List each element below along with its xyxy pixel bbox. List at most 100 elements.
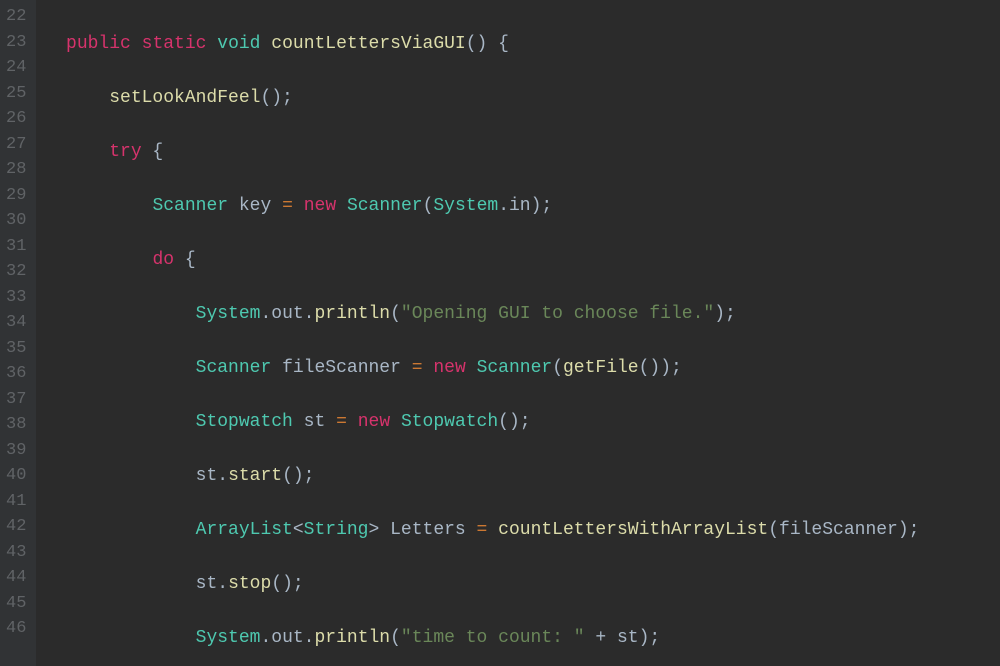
line-number: 40 [6, 463, 26, 489]
code-line[interactable]: Stopwatch st = new Stopwatch(); [44, 409, 919, 436]
code-line[interactable]: st.stop(); [44, 571, 919, 598]
type: String [304, 520, 369, 540]
identifier: in [509, 196, 531, 216]
line-number: 33 [6, 285, 26, 311]
code-area[interactable]: public static void countLettersViaGUI() … [36, 0, 919, 666]
line-number: 41 [6, 489, 26, 515]
punct: ); [531, 196, 553, 216]
operator: + [585, 628, 617, 648]
punct: { [174, 250, 196, 270]
line-number: 25 [6, 81, 26, 107]
punct: ); [639, 628, 661, 648]
line-number: 37 [6, 387, 26, 413]
type: Stopwatch [196, 412, 293, 432]
keyword-void: void [217, 34, 260, 54]
punct: . [217, 574, 228, 594]
punct: ); [714, 304, 736, 324]
line-number: 35 [6, 336, 26, 362]
identifier: fileScanner [779, 520, 898, 540]
punct: (); [260, 88, 292, 108]
punct: . [304, 304, 315, 324]
punct: . [304, 628, 315, 648]
identifier: fileScanner [282, 358, 401, 378]
method-call: stop [228, 574, 271, 594]
line-number: 36 [6, 361, 26, 387]
line-number: 45 [6, 591, 26, 617]
keyword-public: public [66, 34, 131, 54]
identifier: st [617, 628, 639, 648]
punct: ( [390, 304, 401, 324]
identifier: out [271, 304, 303, 324]
punct: < [293, 520, 304, 540]
punct: (); [271, 574, 303, 594]
punct: ); [898, 520, 920, 540]
constructor: Stopwatch [401, 412, 498, 432]
identifier: st [196, 574, 218, 594]
line-number: 24 [6, 55, 26, 81]
line-number: 23 [6, 30, 26, 56]
method-call: println [314, 628, 390, 648]
punct: . [498, 196, 509, 216]
line-number: 30 [6, 208, 26, 234]
keyword-new: new [433, 358, 465, 378]
type: System [433, 196, 498, 216]
code-line[interactable]: Scanner key = new Scanner(System.in); [44, 193, 919, 220]
code-line[interactable]: public static void countLettersViaGUI() … [44, 31, 919, 58]
type: ArrayList [196, 520, 293, 540]
line-number: 34 [6, 310, 26, 336]
code-line[interactable]: do { [44, 247, 919, 274]
identifier: key [239, 196, 271, 216]
punct: (); [498, 412, 530, 432]
line-number: 42 [6, 514, 26, 540]
punct: . [260, 304, 271, 324]
line-number: 27 [6, 132, 26, 158]
string-literal: "time to count: " [401, 628, 585, 648]
line-number: 22 [6, 4, 26, 30]
punct: . [260, 628, 271, 648]
keyword-do: do [152, 250, 174, 270]
identifier: st [196, 466, 218, 486]
code-editor[interactable]: 22 23 24 25 26 27 28 29 30 31 32 33 34 3… [0, 0, 1000, 666]
identifier: st [304, 412, 326, 432]
punct: > [368, 520, 379, 540]
line-number-gutter: 22 23 24 25 26 27 28 29 30 31 32 33 34 3… [0, 0, 36, 666]
punct: ); [660, 358, 682, 378]
method-call: start [228, 466, 282, 486]
keyword-new: new [358, 412, 390, 432]
line-number: 39 [6, 438, 26, 464]
operator: = [477, 520, 488, 540]
punct: ( [768, 520, 779, 540]
method-call: getFile [563, 358, 639, 378]
line-number: 31 [6, 234, 26, 260]
line-number: 38 [6, 412, 26, 438]
method-name: countLettersViaGUI [271, 34, 465, 54]
operator: = [412, 358, 423, 378]
line-number: 28 [6, 157, 26, 183]
code-line[interactable]: ArrayList<String> Letters = countLetters… [44, 517, 919, 544]
type: Scanner [196, 358, 272, 378]
punct: (); [282, 466, 314, 486]
code-line[interactable]: try { [44, 139, 919, 166]
keyword-try: try [109, 142, 141, 162]
punct: () { [466, 34, 509, 54]
line-number: 26 [6, 106, 26, 132]
operator: = [336, 412, 347, 432]
keyword-static: static [142, 34, 207, 54]
identifier: out [271, 628, 303, 648]
code-line[interactable]: System.out.println("Opening GUI to choos… [44, 301, 919, 328]
type: Scanner [152, 196, 228, 216]
line-number: 29 [6, 183, 26, 209]
code-line[interactable]: Scanner fileScanner = new Scanner(getFil… [44, 355, 919, 382]
punct: . [217, 466, 228, 486]
punct: () [639, 358, 661, 378]
punct: ( [423, 196, 434, 216]
code-line[interactable]: setLookAndFeel(); [44, 85, 919, 112]
string-literal: "Opening GUI to choose file." [401, 304, 714, 324]
operator: = [282, 196, 293, 216]
code-line[interactable]: st.start(); [44, 463, 919, 490]
method-call: setLookAndFeel [109, 88, 260, 108]
code-line[interactable]: System.out.println("time to count: " + s… [44, 625, 919, 652]
keyword-new: new [304, 196, 336, 216]
line-number: 32 [6, 259, 26, 285]
punct: ( [552, 358, 563, 378]
